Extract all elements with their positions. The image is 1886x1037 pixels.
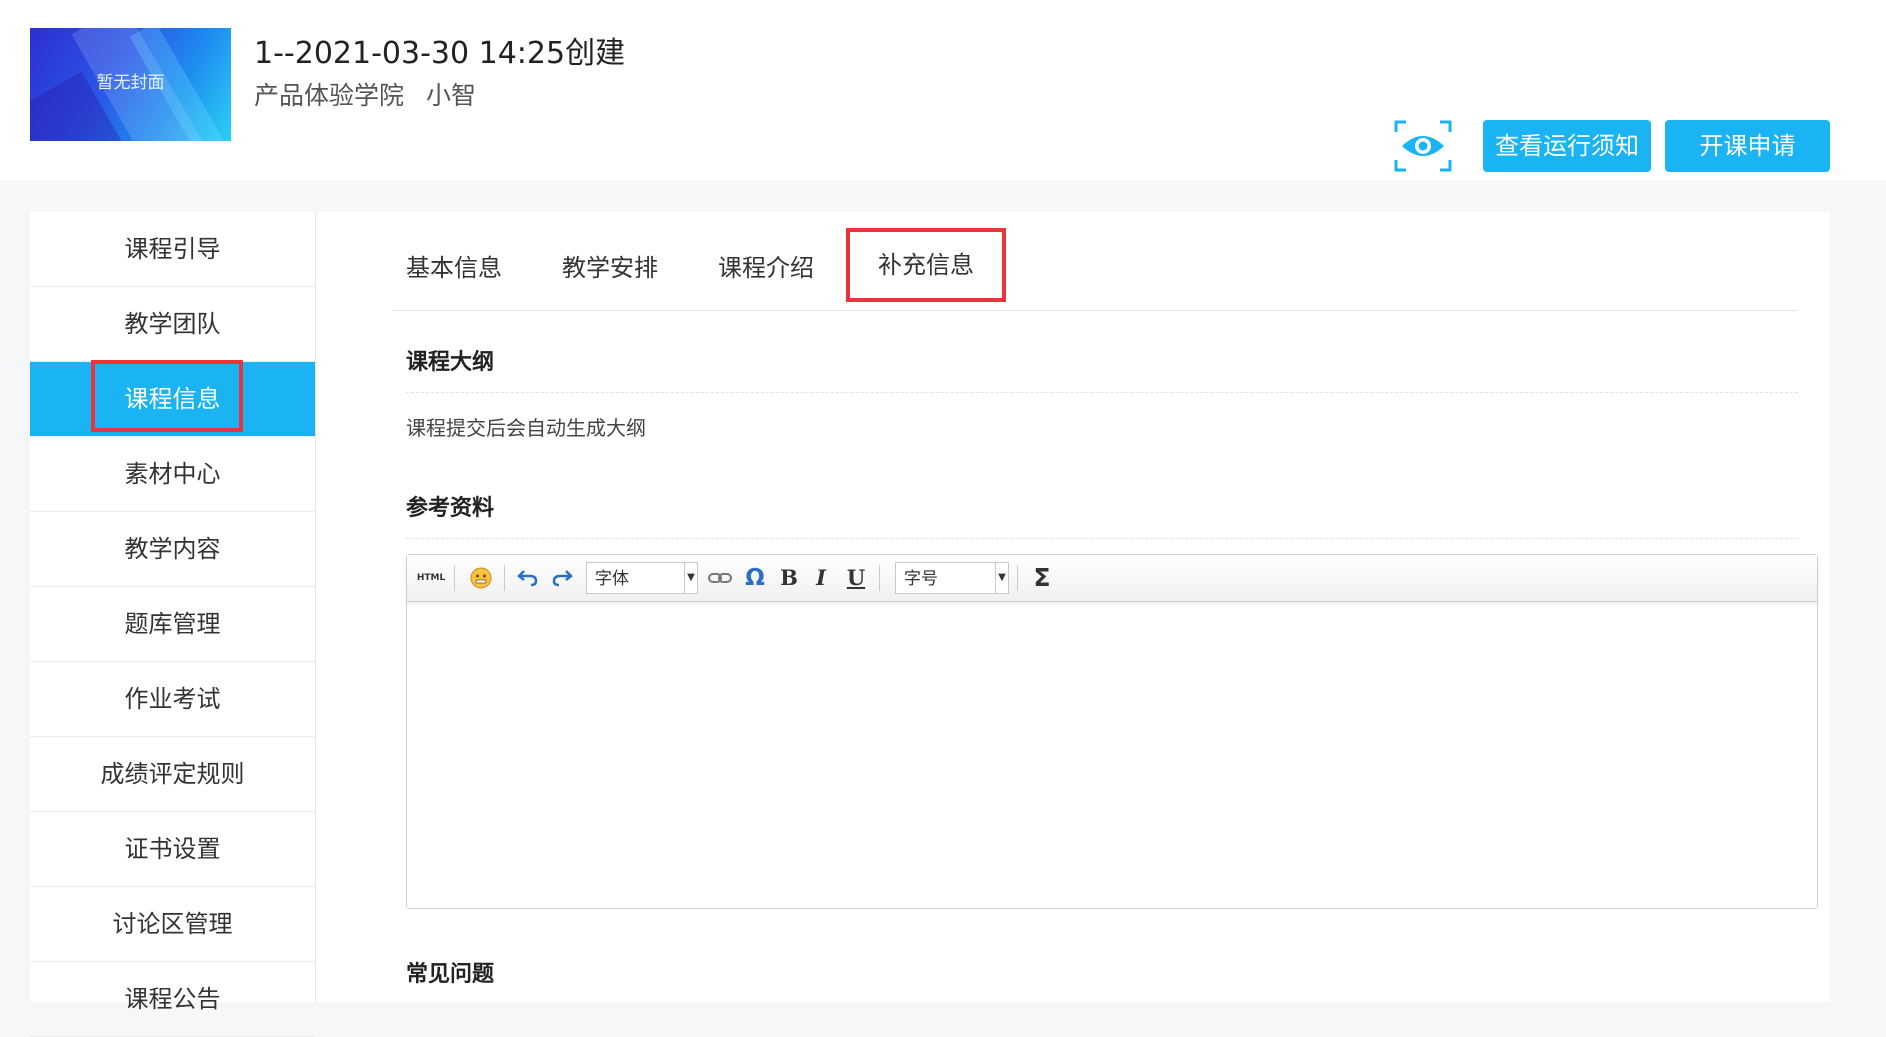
sidebar-item-guide[interactable]: 课程引导 [30,212,315,287]
editor-content-area[interactable] [407,602,1817,908]
redo-icon[interactable] [547,563,577,593]
content-area: 基本信息 教学安排 课程介绍 补充信息 课程大纲 课程提交后会自动生成大纲 参考… [362,212,1818,1002]
special-char-button[interactable]: Ω [740,563,770,593]
sidebar-item-content[interactable]: 教学内容 [30,512,315,587]
sidebar-item-certificate[interactable]: 证书设置 [30,812,315,887]
chevron-down-icon: ▼ [995,563,1008,593]
divider [406,392,1798,393]
info-tabs: 基本信息 教学安排 课程介绍 补充信息 [392,212,1798,311]
font-size-value: 字号 [904,569,938,589]
sidebar-item-question-bank[interactable]: 题库管理 [30,587,315,662]
chevron-down-icon: ▼ [684,563,697,593]
font-size-select[interactable]: 字号 ▼ [895,562,1009,594]
sidebar-item-team[interactable]: 教学团队 [30,287,315,362]
undo-icon[interactable] [513,563,543,593]
sidebar-item-course-info[interactable]: 课程信息 [30,360,315,437]
font-family-value: 字体 [595,569,629,589]
teacher-name: 小智 [425,81,476,110]
course-title: 1--2021-03-30 14:25创建 [254,36,626,71]
bold-button[interactable]: B [775,563,803,593]
link-icon[interactable] [705,563,735,593]
divider [406,538,1798,539]
tab-basic-info[interactable]: 基本信息 [406,248,502,283]
formula-button[interactable]: Σ [1027,563,1057,593]
editor-toolbar: HTML 字体 ▼ Ω B I U 字号 ▼ Σ [407,555,1817,602]
emoji-icon[interactable] [465,563,497,593]
font-family-select[interactable]: 字体 ▼ [586,562,698,594]
reference-editor: HTML 字体 ▼ Ω B I U 字号 ▼ Σ [406,554,1818,909]
faq-title: 常见问题 [406,962,495,987]
tab-introduction[interactable]: 课程介绍 [718,248,814,283]
sidebar-item-grading-rules[interactable]: 成绩评定规则 [30,737,315,812]
sidebar-item-assignments[interactable]: 作业考试 [30,662,315,737]
apply-course-button[interactable]: 开课申请 [1665,120,1830,172]
tab-schedule[interactable]: 教学安排 [562,248,658,283]
html-source-button[interactable]: HTML [415,563,447,593]
outline-text: 课程提交后会自动生成大纲 [406,416,646,440]
sidebar-item-materials[interactable]: 素材中心 [30,437,315,512]
view-notice-button[interactable]: 查看运行须知 [1483,120,1651,172]
underline-button[interactable]: U [841,563,871,593]
italic-button[interactable]: I [807,563,835,593]
preview-eye-icon[interactable] [1394,120,1452,172]
reference-title: 参考资料 [406,496,495,521]
sidebar: 课程引导 教学团队 课程信息 素材中心 教学内容 题库管理 作业考试 成绩评定规… [30,212,316,1037]
outline-title: 课程大纲 [406,350,495,375]
main-panel: 课程引导 教学团队 课程信息 素材中心 教学内容 题库管理 作业考试 成绩评定规… [30,212,1830,1037]
cover-placeholder-text: 暂无封面 [96,73,165,93]
course-subtitle: 产品体验学院 小智 [254,76,476,112]
tab-supplementary[interactable]: 补充信息 [846,228,1006,302]
school-name: 产品体验学院 [254,81,405,110]
sidebar-item-announcement[interactable]: 课程公告 [30,962,315,1037]
sidebar-item-discussion[interactable]: 讨论区管理 [30,887,315,962]
course-cover: 暂无封面 [30,28,231,141]
course-header: 暂无封面 1--2021-03-30 14:25创建 产品体验学院 小智 查看运… [0,0,1886,180]
